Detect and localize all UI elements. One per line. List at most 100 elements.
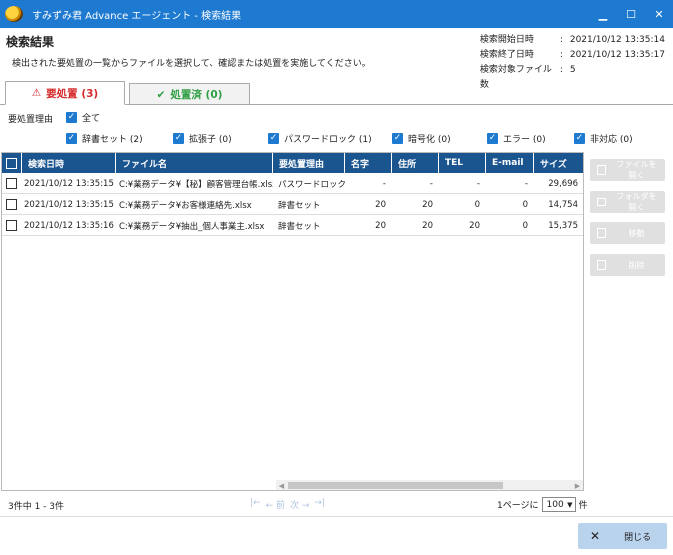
page-title: 検索結果 <box>6 35 55 49</box>
table-row[interactable]: 2021/10/12 13:35:16 C:¥業務データ¥抽出_個人事業主.xl… <box>2 215 583 236</box>
scroll-left-icon[interactable]: ◀ <box>276 480 287 490</box>
open-folder-button[interactable]: フォルダを開く <box>590 191 665 213</box>
file-icon <box>597 165 606 175</box>
scroll-thumb[interactable] <box>288 482 503 489</box>
cell-file-name: C:¥業務データ¥【秘】顧客管理台帳.xlsx <box>119 179 273 190</box>
checkbox-checked-icon: ✓ <box>66 133 77 144</box>
col-tel[interactable]: TEL <box>439 153 486 173</box>
close-icon: ✕ <box>590 529 601 543</box>
warning-icon: ⚠ <box>31 87 42 99</box>
result-tabs: ⚠ 要処置 (3) ✔ 処置済 (0) <box>5 81 250 105</box>
page-description: 検出された要処置の一覧からファイルを選択して、確認または処置を実施してください。 <box>12 59 371 69</box>
filter-extension-checkbox[interactable]: ✓ 拡張子 (0) <box>173 132 232 145</box>
move-button[interactable]: 移動 <box>590 222 665 244</box>
cell-address: - <box>429 178 433 189</box>
tab-handled-label: 処置済 (0) <box>170 89 223 101</box>
cell-date: 2021/10/12 13:35:16 <box>24 220 114 231</box>
per-page-control: 1ページに 100 ▼ 件 <box>497 497 588 512</box>
delete-button[interactable]: 削除 <box>590 254 665 276</box>
cell-reason: 辞書セット <box>278 200 321 211</box>
checkbox-checked-icon: ✓ <box>66 112 77 123</box>
first-page-button[interactable]: |← <box>250 498 261 511</box>
trash-icon <box>597 260 606 270</box>
filter-unsupported-checkbox[interactable]: ✓ 非対応 (0) <box>574 132 633 145</box>
meta-start-value: 2021/10/12 13:35:14 <box>569 35 665 45</box>
move-icon <box>597 228 606 238</box>
checkbox-empty-icon <box>6 178 17 189</box>
per-page-select[interactable]: 100 ▼ <box>541 497 576 512</box>
tab-handled[interactable]: ✔ 処置済 (0) <box>129 83 250 105</box>
filter-encrypted-checkbox[interactable]: ✓ 暗号化 (0) <box>392 132 451 145</box>
next-page-button[interactable]: 次 → <box>290 498 309 511</box>
minimize-button[interactable]: ▁ <box>589 0 617 28</box>
meta-count: 検索対象ファイル数 : 5 <box>480 63 665 93</box>
checkbox-empty-icon <box>6 199 17 210</box>
cell-tel: 0 <box>474 199 480 210</box>
checkbox-checked-icon: ✓ <box>173 133 184 144</box>
cell-tel: 20 <box>469 220 480 231</box>
cell-email: 0 <box>522 199 528 210</box>
cell-date: 2021/10/12 13:35:15 <box>24 178 114 189</box>
result-count: 3件中 1 - 3件 <box>8 502 65 512</box>
cell-file-name: C:¥業務データ¥抽出_個人事業主.xlsx <box>119 221 265 232</box>
col-email[interactable]: E-mail <box>486 153 534 173</box>
filter-all-checkbox[interactable]: ✓ 全て <box>66 111 100 124</box>
per-page-label: 1ページに <box>497 501 539 511</box>
col-search-date[interactable]: 検索日時 <box>22 153 116 173</box>
checkbox-checked-icon: ✓ <box>487 133 498 144</box>
last-page-button[interactable]: →| <box>314 498 325 511</box>
open-file-button[interactable]: ファイルを開く <box>590 159 665 181</box>
meta-end: 検索終了日時 : 2021/10/12 13:35:17 <box>480 48 665 63</box>
meta-count-value: 5 <box>569 65 576 75</box>
cell-surname: 20 <box>375 199 386 210</box>
col-size[interactable]: サイズ <box>534 153 583 173</box>
cell-surname: 20 <box>375 220 386 231</box>
results-table: 検索日時 ファイル名 要処置理由 名字 住所 TEL E-mail サイズ 20… <box>1 152 584 491</box>
cell-reason: 辞書セット <box>278 221 321 232</box>
filter-password-checkbox[interactable]: ✓ パスワードロック (1) <box>268 132 372 145</box>
col-reason[interactable]: 要処置理由 <box>273 153 345 173</box>
window-title: すみずみ君 Advance エージェント - 検索結果 <box>32 10 242 22</box>
scroll-right-icon[interactable]: ▶ <box>572 480 583 490</box>
col-surname[interactable]: 名字 <box>345 153 392 173</box>
row-checkbox[interactable] <box>6 173 20 194</box>
horizontal-scrollbar[interactable]: ◀ ▶ <box>276 480 583 490</box>
filter-label: 要処置理由 <box>8 115 54 125</box>
check-icon: ✔ <box>156 88 166 101</box>
col-address[interactable]: 住所 <box>392 153 439 173</box>
row-checkbox[interactable] <box>6 215 20 236</box>
cell-email: - <box>524 178 528 189</box>
cell-date: 2021/10/12 13:35:15 <box>24 199 114 210</box>
checkbox-empty-icon <box>6 157 17 169</box>
cell-size: 29,696 <box>548 178 578 189</box>
close-button[interactable]: ✕ 閉じる <box>578 523 667 549</box>
checkbox-empty-icon <box>6 220 17 231</box>
filter-error-checkbox[interactable]: ✓ エラー (0) <box>487 132 546 145</box>
cell-email: 0 <box>522 220 528 231</box>
maximize-button[interactable]: ☐ <box>617 0 645 28</box>
cell-tel: - <box>476 178 480 189</box>
cell-address: 20 <box>422 220 433 231</box>
table-header: 検索日時 ファイル名 要処置理由 名字 住所 TEL E-mail サイズ <box>2 153 583 173</box>
close-window-button[interactable]: ✕ <box>645 0 673 28</box>
cell-address: 20 <box>422 199 433 210</box>
tab-action-required-label: 要処置 (3) <box>46 87 99 100</box>
folder-icon <box>597 198 606 206</box>
table-row[interactable]: 2021/10/12 13:35:15 C:¥業務データ¥お客様連絡先.xlsx… <box>2 194 583 215</box>
checkbox-checked-icon: ✓ <box>268 133 279 144</box>
filter-dictionary-checkbox[interactable]: ✓ 辞書セット (2) <box>66 132 143 145</box>
select-all-checkbox[interactable] <box>2 153 22 173</box>
checkbox-checked-icon: ✓ <box>574 133 585 144</box>
per-page-suffix: 件 <box>578 501 588 511</box>
col-file-name[interactable]: ファイル名 <box>116 153 273 173</box>
table-row[interactable]: 2021/10/12 13:35:15 C:¥業務データ¥【秘】顧客管理台帳.x… <box>2 173 583 194</box>
tab-action-required[interactable]: ⚠ 要処置 (3) <box>5 81 125 105</box>
chevron-down-icon: ▼ <box>567 501 573 509</box>
app-logo-icon <box>5 6 23 22</box>
row-checkbox[interactable] <box>6 194 20 215</box>
search-meta: 検索開始日時 : 2021/10/12 13:35:14 検索終了日時 : 20… <box>480 33 665 93</box>
cell-size: 15,375 <box>548 220 578 231</box>
prev-page-button[interactable]: ← 前 <box>266 498 285 511</box>
pagination-nav: |← ← 前 次 → →| <box>250 498 325 511</box>
cell-reason: パスワードロック <box>278 179 345 190</box>
